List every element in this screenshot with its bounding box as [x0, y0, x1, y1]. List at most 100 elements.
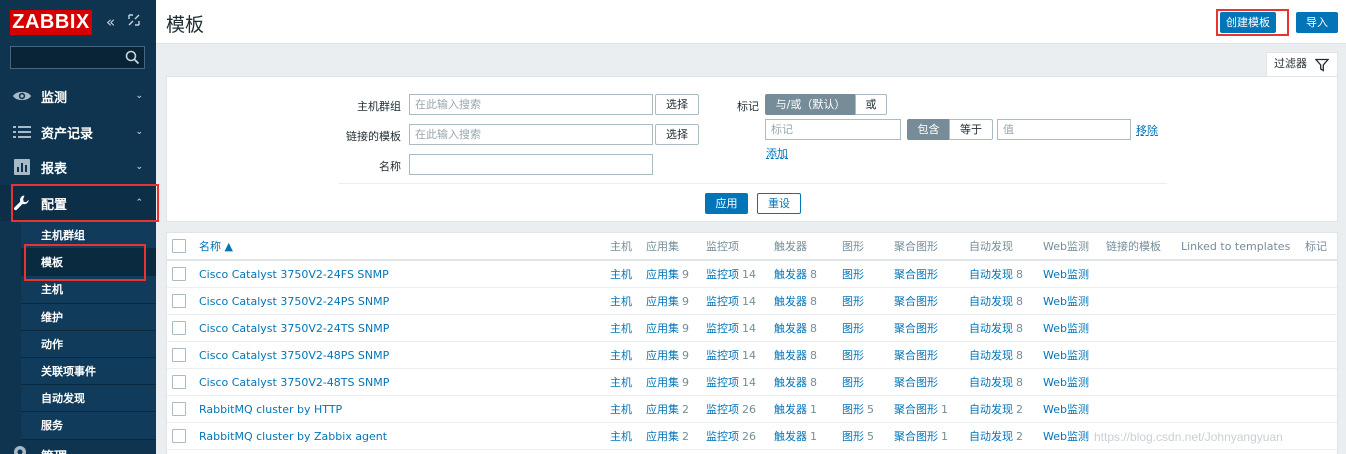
- apply-button[interactable]: 应用: [705, 193, 748, 214]
- create-template-button[interactable]: 创建模板: [1220, 12, 1276, 33]
- web-scenarios-link[interactable]: Web监测: [1043, 376, 1089, 389]
- or-toggle[interactable]: 或: [855, 94, 887, 115]
- applications-link[interactable]: 应用集: [646, 295, 679, 308]
- applications-link[interactable]: 应用集: [646, 430, 679, 443]
- web-scenarios-link[interactable]: Web监测: [1043, 349, 1089, 362]
- host-groups-input[interactable]: 在此输入搜索: [409, 94, 653, 115]
- template-name-link[interactable]: Cisco Catalyst 3750V2-24PS SNMP: [199, 295, 389, 308]
- screens-link[interactable]: 聚合图形: [894, 430, 938, 443]
- hosts-link[interactable]: 主机: [610, 403, 632, 416]
- remove-tag-link[interactable]: 移除: [1136, 122, 1158, 138]
- discovery-link[interactable]: 自动发现: [969, 376, 1013, 389]
- submenu-item-maintenance[interactable]: 维护: [21, 303, 156, 331]
- row-checkbox[interactable]: [172, 429, 186, 443]
- reset-button[interactable]: 重设: [757, 193, 801, 214]
- applications-link[interactable]: 应用集: [646, 322, 679, 335]
- row-checkbox[interactable]: [172, 348, 186, 362]
- applications-link[interactable]: 应用集: [646, 376, 679, 389]
- items-link[interactable]: 监控项: [706, 403, 739, 416]
- web-scenarios-link[interactable]: Web监测: [1043, 403, 1089, 416]
- template-name-link[interactable]: Cisco Catalyst 3750V2-24TS SNMP: [199, 322, 389, 335]
- template-name-link[interactable]: Cisco Catalyst 3750V2-24FS SNMP: [199, 268, 389, 281]
- menu-reports[interactable]: 报表 ⌄: [0, 149, 156, 185]
- name-input[interactable]: [409, 154, 653, 175]
- equals-toggle[interactable]: 等于: [949, 119, 993, 140]
- web-scenarios-link[interactable]: Web监测: [1043, 268, 1089, 281]
- linked-templates-select-button[interactable]: 选择: [655, 124, 699, 145]
- screens-link[interactable]: 聚合图形: [894, 376, 938, 389]
- tag-name-input[interactable]: 标记: [765, 119, 901, 140]
- discovery-link[interactable]: 自动发现: [969, 403, 1013, 416]
- menu-administration[interactable]: 管理: [0, 440, 156, 454]
- graphs-link[interactable]: 图形: [842, 295, 864, 308]
- hosts-link[interactable]: 主机: [610, 376, 632, 389]
- items-link[interactable]: 监控项: [706, 430, 739, 443]
- graphs-link[interactable]: 图形: [842, 349, 864, 362]
- menu-configuration[interactable]: 配置 ⌃: [0, 185, 156, 221]
- submenu-item-actions[interactable]: 动作: [21, 330, 156, 358]
- filter-tab[interactable]: 过滤器: [1266, 52, 1338, 76]
- screens-link[interactable]: 聚合图形: [894, 322, 938, 335]
- hosts-link[interactable]: 主机: [610, 430, 632, 443]
- web-scenarios-link[interactable]: Web监测: [1043, 430, 1089, 443]
- items-link[interactable]: 监控项: [706, 322, 739, 335]
- hosts-link[interactable]: 主机: [610, 268, 632, 281]
- template-name-link[interactable]: RabbitMQ cluster by HTTP: [199, 403, 342, 416]
- triggers-link[interactable]: 触发器: [774, 322, 807, 335]
- graphs-link[interactable]: 图形: [842, 268, 864, 281]
- template-name-link[interactable]: RabbitMQ cluster by Zabbix agent: [199, 430, 387, 443]
- submenu-item-templates[interactable]: 模板: [21, 249, 156, 277]
- and-or-toggle[interactable]: 与/或（默认）: [765, 94, 856, 115]
- import-button[interactable]: 导入: [1296, 12, 1338, 33]
- items-link[interactable]: 监控项: [706, 349, 739, 362]
- sidebar-search-input[interactable]: [10, 46, 145, 69]
- double-chevron-left-icon[interactable]: «: [106, 13, 115, 31]
- applications-link[interactable]: 应用集: [646, 403, 679, 416]
- items-link[interactable]: 监控项: [706, 268, 739, 281]
- triggers-link[interactable]: 触发器: [774, 430, 807, 443]
- hosts-link[interactable]: 主机: [610, 322, 632, 335]
- zabbix-logo[interactable]: ZABBIX: [10, 10, 92, 35]
- menu-monitoring[interactable]: 监测 ⌄: [0, 78, 156, 114]
- row-checkbox[interactable]: [172, 375, 186, 389]
- triggers-link[interactable]: 触发器: [774, 403, 807, 416]
- column-header-name[interactable]: 名称 ▲: [199, 233, 233, 260]
- discovery-link[interactable]: 自动发现: [969, 430, 1013, 443]
- submenu-item-host-groups[interactable]: 主机群组: [21, 222, 156, 250]
- row-checkbox[interactable]: [172, 402, 186, 416]
- web-scenarios-link[interactable]: Web监测: [1043, 295, 1089, 308]
- tag-value-input[interactable]: 值: [997, 119, 1131, 140]
- graphs-link[interactable]: 图形: [842, 430, 864, 443]
- triggers-link[interactable]: 触发器: [774, 376, 807, 389]
- menu-inventory[interactable]: 资产记录 ⌄: [0, 114, 156, 150]
- items-link[interactable]: 监控项: [706, 376, 739, 389]
- hosts-link[interactable]: 主机: [610, 349, 632, 362]
- submenu-item-services[interactable]: 服务: [21, 412, 156, 440]
- submenu-item-hosts[interactable]: 主机: [21, 276, 156, 304]
- hosts-link[interactable]: 主机: [610, 295, 632, 308]
- template-name-link[interactable]: Cisco Catalyst 3750V2-48TS SNMP: [199, 376, 389, 389]
- screens-link[interactable]: 聚合图形: [894, 295, 938, 308]
- applications-link[interactable]: 应用集: [646, 268, 679, 281]
- add-tag-link[interactable]: 添加: [766, 145, 788, 161]
- search-icon[interactable]: [125, 50, 140, 65]
- graphs-link[interactable]: 图形: [842, 322, 864, 335]
- applications-link[interactable]: 应用集: [646, 349, 679, 362]
- screens-link[interactable]: 聚合图形: [894, 349, 938, 362]
- graphs-link[interactable]: 图形: [842, 376, 864, 389]
- select-all-checkbox[interactable]: [172, 239, 186, 253]
- discovery-link[interactable]: 自动发现: [969, 322, 1013, 335]
- submenu-item-event-correlation[interactable]: 关联项事件: [21, 357, 156, 386]
- linked-templates-input[interactable]: 在此输入搜索: [409, 124, 653, 145]
- items-link[interactable]: 监控项: [706, 295, 739, 308]
- row-checkbox[interactable]: [172, 294, 186, 308]
- submenu-item-discovery[interactable]: 自动发现: [21, 385, 156, 413]
- screens-link[interactable]: 聚合图形: [894, 403, 938, 416]
- discovery-link[interactable]: 自动发现: [969, 268, 1013, 281]
- discovery-link[interactable]: 自动发现: [969, 295, 1013, 308]
- discovery-link[interactable]: 自动发现: [969, 349, 1013, 362]
- triggers-link[interactable]: 触发器: [774, 268, 807, 281]
- row-checkbox[interactable]: [172, 321, 186, 335]
- triggers-link[interactable]: 触发器: [774, 295, 807, 308]
- template-name-link[interactable]: Cisco Catalyst 3750V2-48PS SNMP: [199, 349, 389, 362]
